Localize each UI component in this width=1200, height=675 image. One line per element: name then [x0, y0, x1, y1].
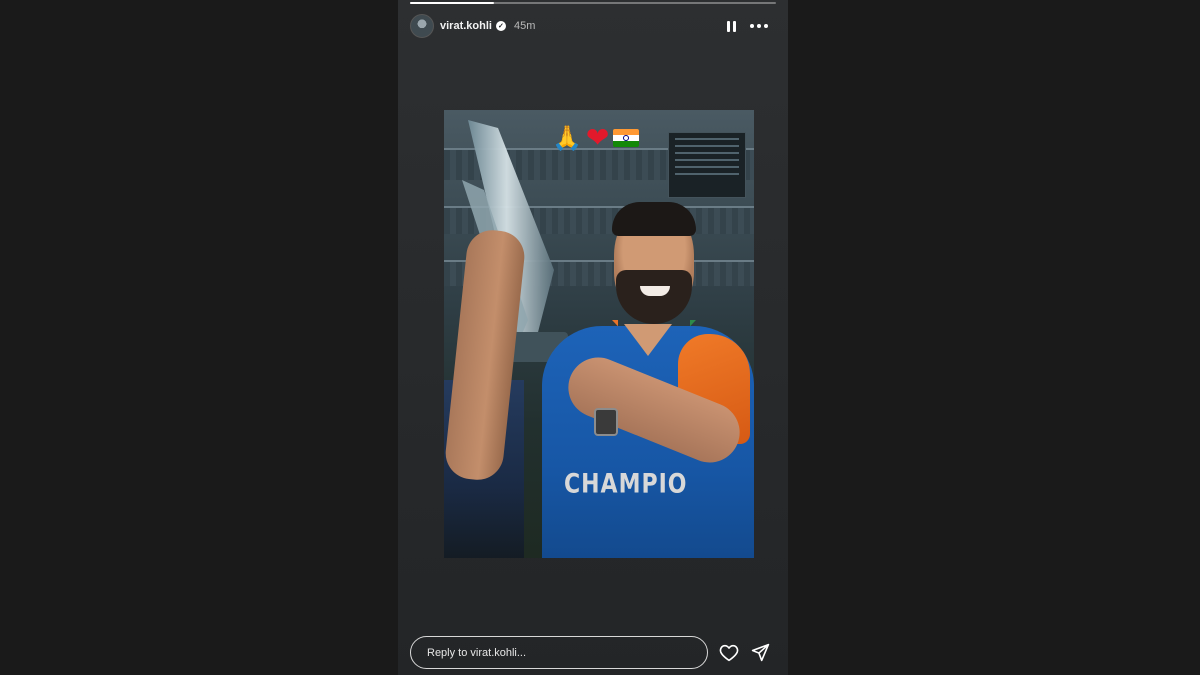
verified-badge-icon: ✓ — [495, 21, 506, 31]
stadium-scoreboard — [668, 132, 746, 198]
avatar[interactable] — [410, 14, 434, 38]
heart-icon[interactable] — [718, 642, 740, 664]
post-time: 45m — [513, 20, 536, 32]
reply-input[interactable] — [410, 636, 708, 669]
story-header: virat.kohli ✓ 45m — [410, 12, 776, 40]
jersey-text: CHAMPIO — [564, 469, 688, 500]
story-image[interactable]: CHAMPIO 🙏 ❤ — [444, 110, 754, 558]
watch — [594, 408, 618, 436]
player-beard — [616, 270, 692, 324]
folded-hands-emoji: 🙏 — [552, 124, 582, 152]
emoji-caption: 🙏 ❤ — [552, 121, 640, 154]
send-icon[interactable] — [749, 642, 771, 664]
story-viewer: virat.kohli ✓ 45m CHAMPIO 🙏 ❤ Reply to v… — [398, 0, 788, 675]
header-actions — [727, 20, 776, 32]
username[interactable]: virat.kohli — [440, 20, 492, 32]
red-heart-emoji: ❤ — [585, 121, 610, 154]
player-hair — [612, 202, 696, 236]
more-icon[interactable] — [750, 24, 768, 28]
india-flag-icon — [613, 129, 640, 147]
pause-icon[interactable] — [727, 20, 736, 32]
story-footer — [410, 636, 776, 669]
story-progress-bar — [410, 2, 776, 4]
story-progress-fill — [410, 2, 495, 4]
